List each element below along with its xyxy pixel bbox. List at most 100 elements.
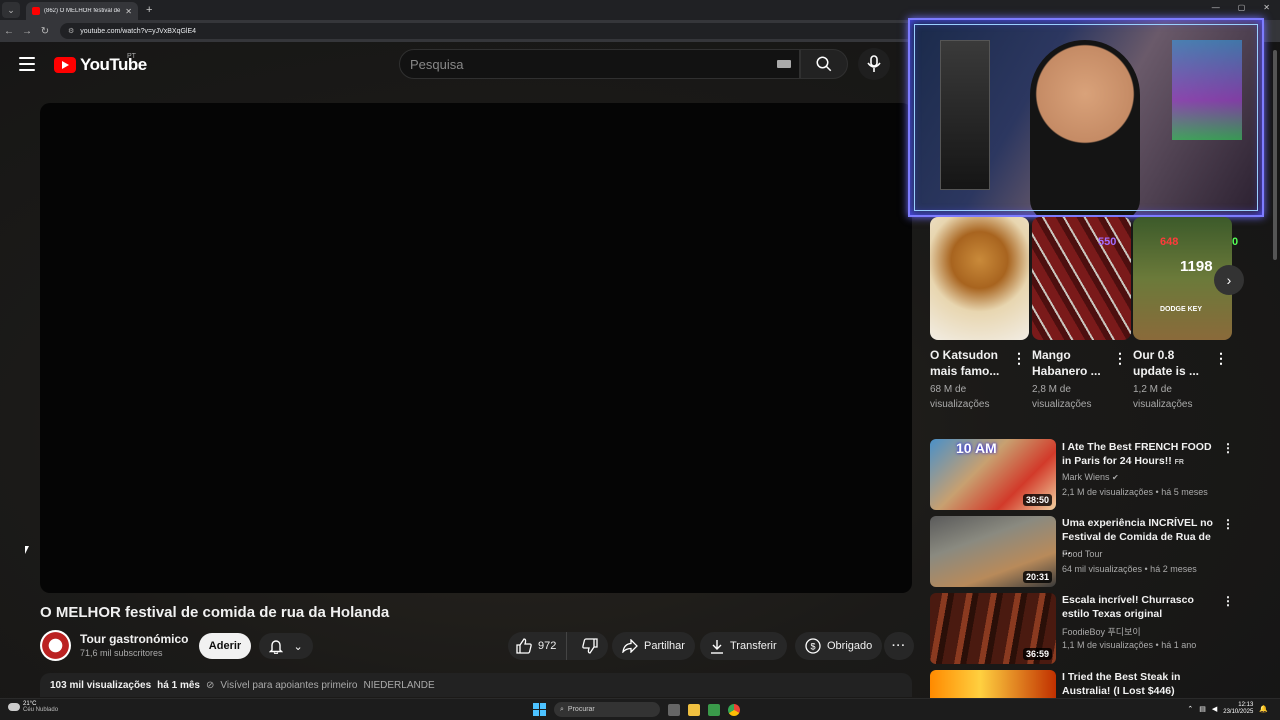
svg-text:$: $ [810,642,815,652]
thumbs-up-icon [516,638,532,654]
video-thumbnail[interactable] [930,670,1056,698]
more-icon: ··· [892,640,906,652]
search-button[interactable] [800,49,848,79]
windows-start-icon[interactable] [533,703,546,716]
video-player[interactable] [40,103,912,593]
browser-tab-bar: ⌄ (862) O MELHOR festival de co... ✕ + —… [0,0,1280,20]
clock[interactable]: 12:13 23/10/2025 [1223,702,1253,716]
bell-icon [269,639,284,654]
description-box[interactable]: 103 mil visualizações há 1 mês ⊘ Visível… [40,673,912,697]
video-meta: 1,1 M de visualizações • há 1 ano [1062,640,1197,650]
video-duration: 36:59 [1022,648,1052,660]
logo-text: YouTube [80,55,147,74]
more-actions-button[interactable]: ··· [884,632,914,660]
taskbar-search-label: Procurar [567,706,595,713]
short-title[interactable]: O Katsudon mais famo... [930,347,1008,379]
shorts-next-button[interactable]: › [1214,265,1244,295]
video-tag[interactable]: NIEDERLANDE [363,680,434,691]
forward-icon[interactable]: → [18,26,36,37]
dislike-button[interactable] [573,632,609,660]
more-vertical-icon[interactable]: ⋮ [1113,350,1127,367]
search-input[interactable]: Pesquisa [399,49,800,79]
video-title[interactable]: Escala incrível! Churrasco estilo Texas … [1062,593,1214,621]
like-dislike-group: 972 [508,632,608,660]
webcam-frame [914,24,1258,211]
close-window-icon[interactable]: ✕ [1263,3,1270,12]
time: 12:13 [1238,702,1254,708]
more-vertical-icon[interactable]: ⋮ [1222,517,1234,531]
download-label: Transferir [730,640,777,652]
video-duration: 20:31 [1022,571,1052,583]
video-duration: 38:50 [1022,494,1052,506]
video-thumbnail[interactable]: 36:59 [930,593,1056,664]
url-text: youtube.com/watch?v=yJVxBXqGlE4 [80,27,197,35]
video-thumbnail[interactable]: 20:31 [930,516,1056,587]
share-button[interactable]: Partilhar [612,632,695,660]
thanks-icon: $ [805,638,821,654]
url-field[interactable]: ⚙ youtube.com/watch?v=yJVxBXqGlE4 [60,23,960,39]
reload-icon[interactable]: ↻ [36,26,54,37]
channel-name[interactable]: Food Tour [1062,549,1102,559]
channel-subscribers: 71,6 mil subscritores [80,648,163,658]
weather-widget[interactable]: 21°C Céu Nublado [8,701,58,713]
short-views: 1,2 M de visualizações [1133,384,1193,410]
short-views: 2,8 M de visualizações [1032,384,1092,410]
back-icon[interactable]: ← [0,26,18,37]
site-info-icon[interactable]: ⚙ [68,27,74,35]
chrome-icon[interactable] [728,703,740,716]
notification-icon[interactable]: 🔔 [1259,705,1268,713]
taskbar-search[interactable]: ⌕ Procurar [554,702,660,717]
more-vertical-icon[interactable]: ⋮ [1222,594,1234,608]
youtube-count: 648 [1160,236,1179,248]
taskbar-center: ⌕ Procurar [533,702,740,717]
window-controls: — ▢ ✕ [1212,3,1270,12]
page-scrollbar[interactable] [1273,50,1277,260]
volume-icon[interactable]: ◀ [1212,705,1217,713]
total-viewers: 1198 [1180,258,1213,275]
store-icon[interactable] [708,703,720,716]
channel-name[interactable]: Tour gastronómico [80,632,188,646]
maximize-icon[interactable]: ▢ [1238,3,1246,12]
view-count: 103 mil visualizações [50,680,152,691]
system-tray: ⌃ ▤ ◀ 12:13 23/10/2025 🔔 [1187,702,1268,716]
minimize-icon[interactable]: — [1212,3,1220,12]
cloud-icon [8,703,20,711]
voice-search-button[interactable] [858,48,890,80]
more-vertical-icon[interactable]: ⋮ [1222,441,1234,455]
channel-avatar[interactable] [40,630,71,661]
youtube-favicon-icon [32,7,40,15]
short-title[interactable]: Our 0.8 update is ... [1133,347,1211,379]
network-icon[interactable]: ▤ [1199,705,1206,713]
short-title[interactable]: Mango Habanero ... [1032,347,1110,379]
search-icon: ⌕ [560,705,564,713]
short-views: 68 M de visualizações [930,384,990,410]
task-view-icon[interactable] [668,703,680,716]
search-placeholder: Pesquisa [410,56,464,72]
dodge-key-label: DODGE KEY [1160,306,1203,313]
file-explorer-icon[interactable] [688,703,700,716]
channel-name[interactable]: Mark Wiens ✔ [1062,472,1119,482]
video-title[interactable]: I Ate The Best FRENCH FOOD in Paris for … [1062,440,1214,470]
menu-icon[interactable] [19,57,35,71]
video-title[interactable]: I Tried the Best Steak in Australia! (I … [1062,670,1214,698]
browser-tab[interactable]: (862) O MELHOR festival de co... ✕ [26,2,138,20]
chevron-up-icon[interactable]: ⌃ [1187,705,1193,713]
date: 23/10/2025 [1223,709,1254,715]
new-tab-button[interactable]: + [146,4,152,16]
tab-search-button[interactable]: ⌄ [2,2,20,18]
channel-name[interactable]: FoodieBoy 푸디보이 [1062,625,1141,638]
keyboard-icon[interactable] [777,60,791,68]
verified-icon: ✔ [1112,473,1119,482]
close-tab-icon[interactable]: ✕ [125,7,132,16]
join-button[interactable]: Aderir [199,633,251,659]
like-button[interactable]: 972 [508,632,567,660]
video-thumbnail[interactable]: 10 AM 38:50 [930,439,1056,510]
video-meta: 64 mil visualizações • há 2 meses [1062,564,1197,574]
download-button[interactable]: Transferir [700,632,787,660]
short-thumbnail[interactable] [930,217,1029,340]
thanks-button[interactable]: $ Obrigado [795,632,883,660]
more-vertical-icon[interactable]: ⋮ [1214,350,1228,367]
microphone-icon [867,55,881,72]
subscription-bell-button[interactable]: ⌄ [259,633,313,659]
more-vertical-icon[interactable]: ⋮ [1012,350,1026,367]
